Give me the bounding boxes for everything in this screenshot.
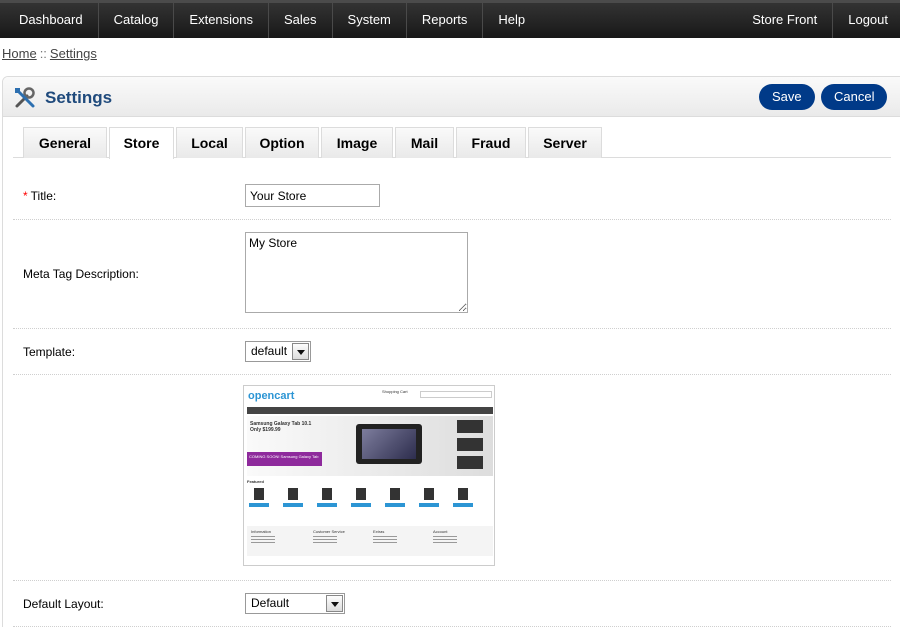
- form-row-title: * Title:: [13, 173, 891, 220]
- template-preview-image: opencart Shopping Cart Samsung Galaxy Ta…: [243, 385, 495, 566]
- cancel-button[interactable]: Cancel: [821, 84, 888, 110]
- template-select[interactable]: default: [245, 341, 311, 362]
- breadcrumb-home[interactable]: Home: [2, 46, 37, 61]
- nav-reports[interactable]: Reports: [407, 3, 484, 38]
- form-row-template: Template: default: [13, 329, 891, 375]
- preview-product: [282, 486, 304, 516]
- preview-logo: opencart: [248, 390, 295, 402]
- template-select-value: default: [251, 344, 288, 358]
- preview-product: [316, 486, 338, 516]
- preview-footer-col: Account: [433, 529, 457, 543]
- preview-footer-col: Information: [251, 529, 275, 543]
- chevron-down-icon: [326, 595, 343, 612]
- right-menu: Store Front Logout: [737, 3, 900, 38]
- settings-panel: Settings Save Cancel General Store Local…: [2, 76, 900, 627]
- tab-image[interactable]: Image: [321, 127, 393, 158]
- preview-product: [418, 486, 440, 516]
- save-button[interactable]: Save: [759, 84, 815, 110]
- default-layout-label: Default Layout:: [23, 597, 104, 611]
- meta-description-label: Meta Tag Description:: [23, 267, 139, 281]
- preview-tablet: [356, 424, 422, 464]
- preview-thumb: [457, 456, 483, 469]
- nav-sales[interactable]: Sales: [269, 3, 333, 38]
- breadcrumb-separator: ::: [39, 46, 47, 61]
- nav-logout[interactable]: Logout: [833, 3, 900, 38]
- preview-promo: COMING SOON! Samsung Galaxy Tab: [247, 452, 322, 466]
- main-menu: Dashboard Catalog Extensions Sales Syste…: [4, 3, 540, 38]
- required-mark: *: [23, 189, 28, 203]
- form-row-meta-description: Meta Tag Description: My Store: [13, 220, 891, 329]
- tab-fraud[interactable]: Fraud: [456, 127, 526, 158]
- preview-footer: Information Customer Service Extras Acco…: [247, 526, 493, 556]
- tab-general[interactable]: General: [23, 127, 107, 158]
- preview-thumb: [457, 420, 483, 433]
- preview-search-box: [420, 391, 492, 398]
- chevron-down-icon: [292, 343, 309, 360]
- preview-product: [350, 486, 372, 516]
- preview-footer-col: Customer Service: [313, 529, 345, 543]
- preview-footer-col: Extras: [373, 529, 397, 543]
- page-title: Settings: [45, 88, 113, 107]
- tab-option[interactable]: Option: [245, 127, 319, 158]
- top-navigation: Dashboard Catalog Extensions Sales Syste…: [0, 0, 900, 38]
- settings-tools-icon: [15, 87, 35, 108]
- preview-product: [248, 486, 270, 516]
- settings-tabs: General Store Local Option Image Mail Fr…: [13, 127, 891, 159]
- title-label-text: Title:: [30, 189, 57, 203]
- nav-extensions[interactable]: Extensions: [174, 3, 270, 38]
- preview-thumb: [457, 438, 483, 451]
- tab-local[interactable]: Local: [176, 127, 243, 158]
- tab-server[interactable]: Server: [528, 127, 602, 158]
- default-layout-select-value: Default: [251, 596, 290, 610]
- meta-description-textarea[interactable]: My Store: [245, 232, 468, 313]
- preview-cart: Shopping Cart: [382, 389, 408, 394]
- breadcrumb: Home:: Settings: [2, 46, 97, 61]
- preview-banner-line2: Only $199.99: [250, 427, 281, 433]
- form-row-default-layout: Default Layout: Default: [13, 581, 891, 627]
- default-layout-select[interactable]: Default: [245, 593, 345, 614]
- form-row-template-preview: opencart Shopping Cart Samsung Galaxy Ta…: [13, 375, 891, 581]
- title-input[interactable]: [245, 184, 380, 207]
- nav-help[interactable]: Help: [483, 3, 540, 38]
- preview-nav-bar: [247, 407, 493, 414]
- nav-store-front[interactable]: Store Front: [737, 3, 834, 38]
- panel-header: Settings Save Cancel: [3, 77, 900, 117]
- breadcrumb-settings[interactable]: Settings: [50, 46, 97, 61]
- preview-product: [384, 486, 406, 516]
- tab-store[interactable]: Store: [109, 127, 174, 159]
- template-label: Template:: [23, 345, 76, 359]
- tab-mail[interactable]: Mail: [395, 127, 454, 158]
- title-label: * Title:: [23, 189, 56, 203]
- nav-dashboard[interactable]: Dashboard: [4, 3, 99, 38]
- preview-product: [452, 486, 474, 516]
- nav-system[interactable]: System: [333, 3, 407, 38]
- preview-featured: Featured: [247, 479, 264, 484]
- nav-catalog[interactable]: Catalog: [99, 3, 175, 38]
